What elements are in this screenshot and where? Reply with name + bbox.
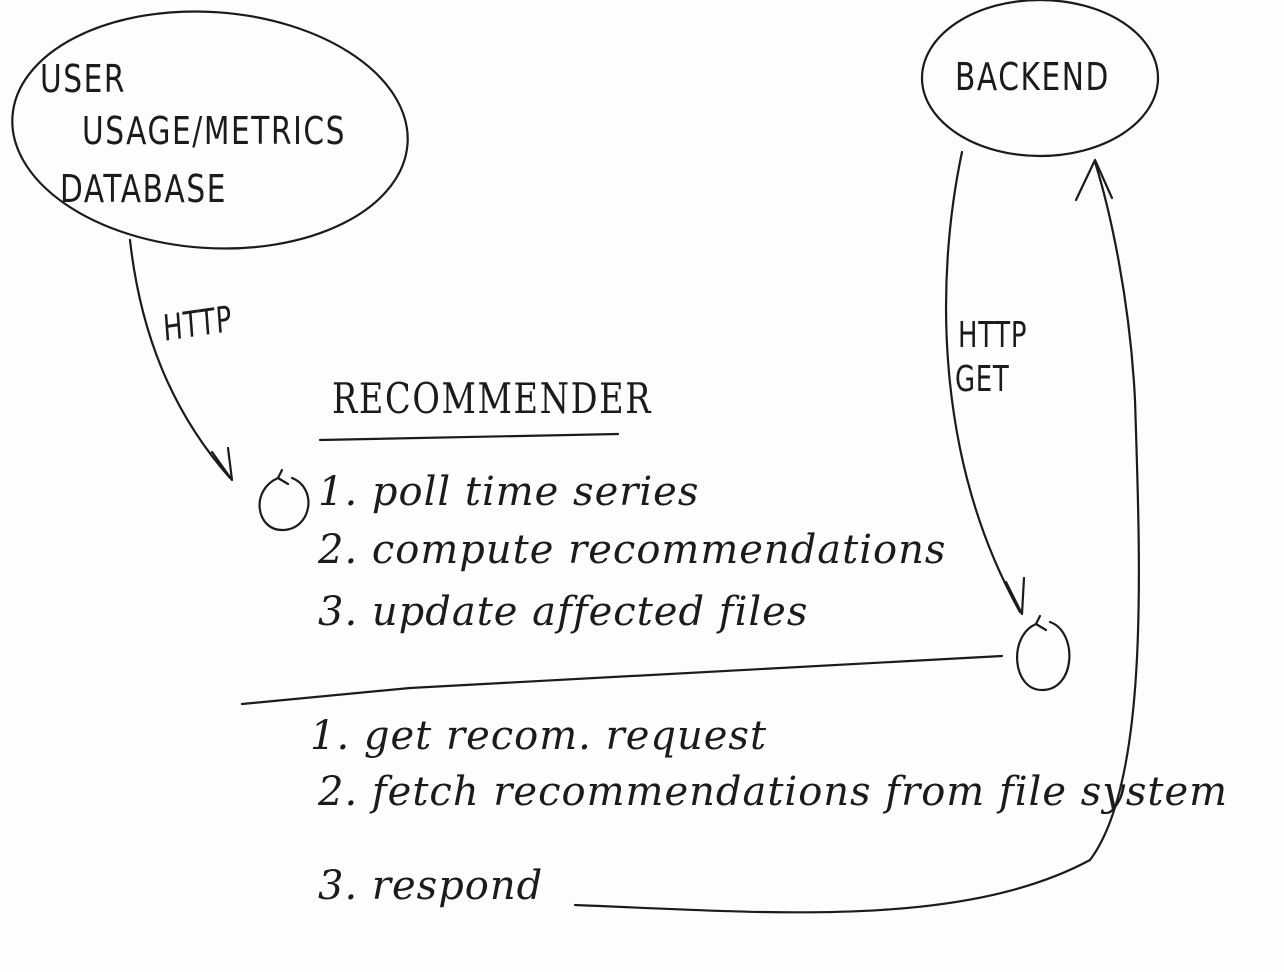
backend-edge-label-line1: HTTP bbox=[958, 315, 1028, 356]
database-label-line1: USER bbox=[40, 57, 127, 101]
loop-icon-top bbox=[258, 476, 310, 532]
database-label-line3: DATABASE bbox=[60, 167, 227, 211]
backend-arrowhead bbox=[1004, 576, 1026, 616]
loop-icon-top-tip bbox=[276, 468, 290, 486]
database-edge-label: HTTP bbox=[161, 298, 234, 350]
loop-step: 3. update affected files bbox=[318, 589, 809, 635]
database-arrowhead bbox=[210, 446, 234, 482]
request-step: 3. respond bbox=[318, 863, 544, 909]
respond-arrowhead bbox=[1074, 158, 1114, 202]
database-to-recommender-arrow bbox=[128, 238, 232, 480]
loop-icon-bottom-tip bbox=[1034, 614, 1048, 632]
backend-label: BACKEND bbox=[955, 55, 1110, 99]
loop-step: 2. compute recommendations bbox=[318, 527, 947, 573]
loop-icon-bottom bbox=[1015, 620, 1071, 692]
recommender-title: RECOMMENDER bbox=[332, 374, 653, 423]
backend-edge-label-line2: GET bbox=[955, 359, 1010, 400]
recommender-title-underline bbox=[318, 432, 620, 442]
architecture-sketch: USER USAGE/METRICS DATABASE BACKEND HTTP… bbox=[0, 0, 1284, 972]
loop-step: 1. poll time series bbox=[318, 469, 700, 515]
request-step: 1. get recom. request bbox=[310, 713, 768, 759]
section-separator bbox=[240, 654, 1004, 706]
database-label-line2: USAGE/METRICS bbox=[82, 109, 347, 153]
request-step: 2. fetch recommendations from file syste… bbox=[318, 769, 1229, 815]
